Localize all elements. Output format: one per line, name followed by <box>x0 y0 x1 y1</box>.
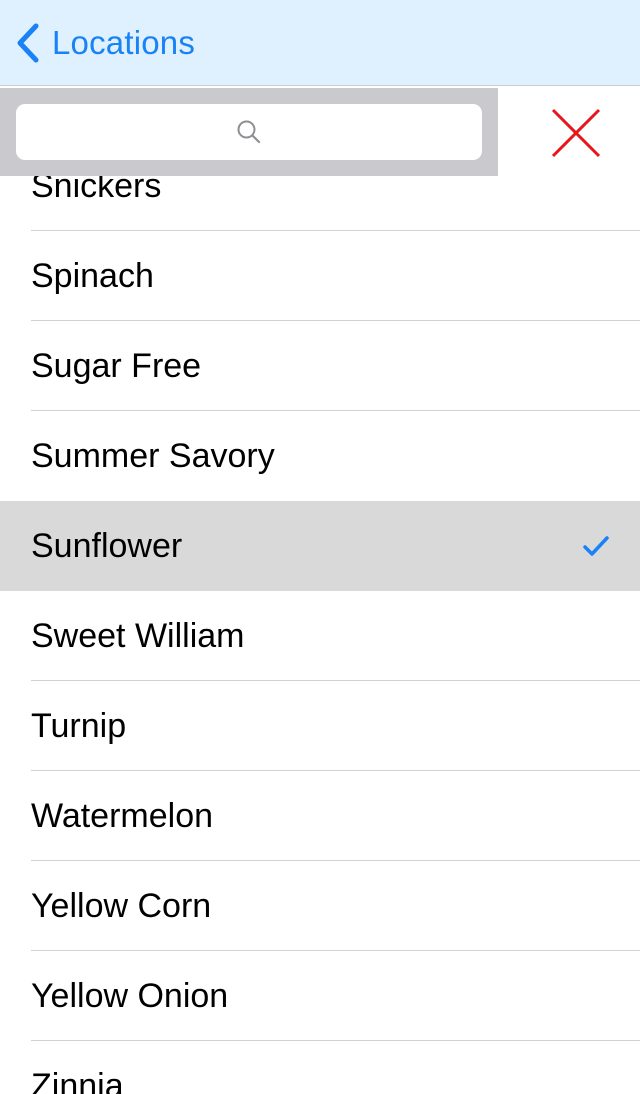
list-item-label: Summer Savory <box>31 437 275 475</box>
items-list-content: Snickers Spinach Sugar Free Summer Savor… <box>0 141 640 1094</box>
list-item-label: Watermelon <box>31 797 214 835</box>
list-item[interactable]: Sweet William <box>0 591 640 681</box>
navigation-bar: Locations <box>0 0 640 86</box>
list-item[interactable]: Zinnia <box>0 1041 640 1094</box>
chevron-left-icon <box>17 23 39 63</box>
list-item[interactable]: Yellow Corn <box>0 861 640 951</box>
list-item-selected[interactable]: Sunflower <box>0 501 640 591</box>
close-icon <box>551 108 601 158</box>
search-input[interactable] <box>16 104 482 160</box>
back-button-label: Locations <box>52 24 196 61</box>
list-item-label: Turnip <box>31 707 127 745</box>
list-item-label: Sugar Free <box>31 347 202 385</box>
items-list[interactable]: Snickers Spinach Sugar Free Summer Savor… <box>0 86 640 1094</box>
list-item-label: Spinach <box>31 257 154 295</box>
list-item-label: Zinnia <box>31 1067 124 1094</box>
checkmark-icon <box>583 536 609 556</box>
list-item-label: Yellow Onion <box>31 977 229 1015</box>
list-item-label: Sweet William <box>31 617 245 655</box>
screen: Locations Snickers Spinach Sugar Free Su… <box>0 0 640 1094</box>
list-item[interactable]: Summer Savory <box>0 411 640 501</box>
list-item[interactable]: Yellow Onion <box>0 951 640 1041</box>
list-item-label: Sunflower <box>31 527 183 565</box>
search-icon <box>237 120 261 144</box>
list-item[interactable]: Sugar Free <box>0 321 640 411</box>
list-item[interactable]: Turnip <box>0 681 640 771</box>
list-item[interactable]: Spinach <box>0 231 640 321</box>
close-button[interactable] <box>498 88 640 176</box>
back-button[interactable]: Locations <box>14 20 195 66</box>
search-bar <box>0 88 498 176</box>
list-item-label: Yellow Corn <box>31 887 212 925</box>
list-item[interactable]: Watermelon <box>0 771 640 861</box>
